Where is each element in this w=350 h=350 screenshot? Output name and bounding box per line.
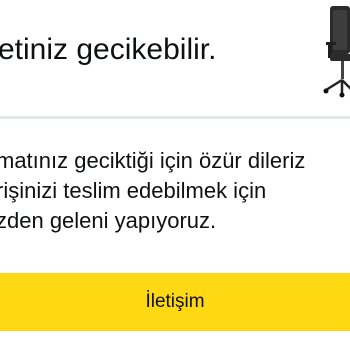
contact-button-label: İletişim [145,291,205,312]
message-line: rişinizi teslim edebilmek için [0,178,267,203]
product-image [316,0,350,100]
message-line: zden geleni yapıyoruz. [0,208,217,233]
page-title: etiniz gecikebilir. [0,33,217,66]
delay-notice-screen: etiniz gecikebilir. matınız geciktiği iç… [0,0,350,350]
section-divider [0,116,350,119]
office-chair-icon [323,6,350,98]
message-line: matınız geciktiği için özür dileriz [0,148,306,173]
contact-button[interactable]: İletişim [0,273,350,331]
apology-message: matınız geciktiği için özür dileriz rişi… [0,146,350,236]
